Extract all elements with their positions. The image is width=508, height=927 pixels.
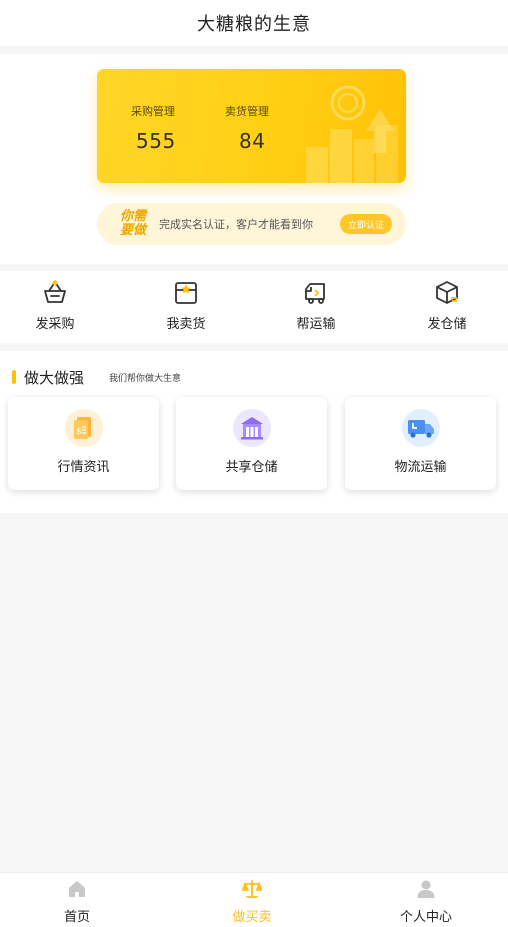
quick-nav-help-transport[interactable]: 帮运输 <box>280 279 352 339</box>
service-card-shared-storage[interactable]: 共享仓储 <box>176 397 327 490</box>
cert-logo-line1: 你需 <box>119 209 146 224</box>
cert-message: 完成实名认证，客户才能看到你 <box>159 218 313 231</box>
svg-text:$: $ <box>76 427 82 437</box>
tab-home[interactable]: 首页 <box>32 879 122 925</box>
quick-nav: 发采购 我卖货 帮运输 发仓储 <box>0 271 508 343</box>
section-accent-bar <box>12 370 16 384</box>
section-title: 做大做强 <box>24 369 85 387</box>
purchase-management-count: 555 <box>136 129 176 153</box>
person-icon <box>417 880 435 898</box>
quick-nav-post-purchase[interactable]: 发采购 <box>19 279 91 339</box>
quick-nav-label: 发仓储 <box>427 317 467 332</box>
document-money-icon: $ <box>64 409 103 447</box>
service-label: 物流运输 <box>394 460 447 475</box>
quick-nav-label: 帮运输 <box>296 317 336 332</box>
truck-outline-icon <box>305 283 325 304</box>
stats-card: 采购管理 555 卖货管理 84 <box>97 69 406 183</box>
delivery-truck-icon <box>401 409 440 447</box>
service-card-market-news[interactable]: $ 行情资讯 <box>8 397 159 490</box>
quick-nav-sell-goods[interactable]: 我卖货 <box>150 279 222 339</box>
coin-building-decoration-icon <box>306 85 398 183</box>
bottom-tab-bar: 首页 做买卖 个人中心 <box>0 872 508 927</box>
section-subtitle: 我们帮你做大生意 <box>109 374 182 384</box>
service-label: 行情资讯 <box>57 460 110 475</box>
tab-label: 做买卖 <box>232 910 272 925</box>
purchase-management-label: 采购管理 <box>131 105 175 118</box>
sales-management-label: 卖货管理 <box>225 105 269 118</box>
warehouse-icon <box>232 409 271 447</box>
verify-now-button[interactable]: 立即认证 <box>339 214 392 234</box>
quick-nav-post-storage[interactable]: 发仓储 <box>411 279 483 339</box>
sales-management-count: 84 <box>239 129 266 153</box>
grow-business-section: 做大做强 我们帮你做大生意 $ 行情资讯 共享仓储 物流运输 <box>0 351 508 513</box>
page-title: 大糖粮的生意 <box>197 14 311 35</box>
scale-icon <box>242 880 262 898</box>
cert-logo-line2: 要做 <box>119 223 146 238</box>
quick-nav-label: 我卖货 <box>166 317 206 332</box>
box-star-icon <box>175 282 197 304</box>
sales-management-stat[interactable]: 卖货管理 84 <box>225 103 269 153</box>
app-header: 大糖粮的生意 <box>0 0 508 46</box>
cert-logo: 你需 要做 <box>117 210 149 238</box>
service-label: 共享仓储 <box>225 460 278 475</box>
tab-label: 个人中心 <box>399 910 452 925</box>
tab-profile[interactable]: 个人中心 <box>381 879 471 925</box>
home-icon <box>69 881 85 897</box>
package-icon <box>436 281 458 304</box>
tab-label: 首页 <box>63 910 90 925</box>
service-card-logistics[interactable]: 物流运输 <box>345 397 496 490</box>
top-section: 采购管理 555 卖货管理 84 你需 要做 完成实名认证，客户才能看到你 立即… <box>0 54 508 264</box>
basket-icon <box>44 280 66 303</box>
certification-banner: 你需 要做 完成实名认证，客户才能看到你 立即认证 <box>97 203 406 245</box>
purchase-management-stat[interactable]: 采购管理 555 <box>131 103 176 153</box>
quick-nav-label: 发采购 <box>35 317 75 332</box>
tab-trade[interactable]: 做买卖 <box>207 879 297 925</box>
